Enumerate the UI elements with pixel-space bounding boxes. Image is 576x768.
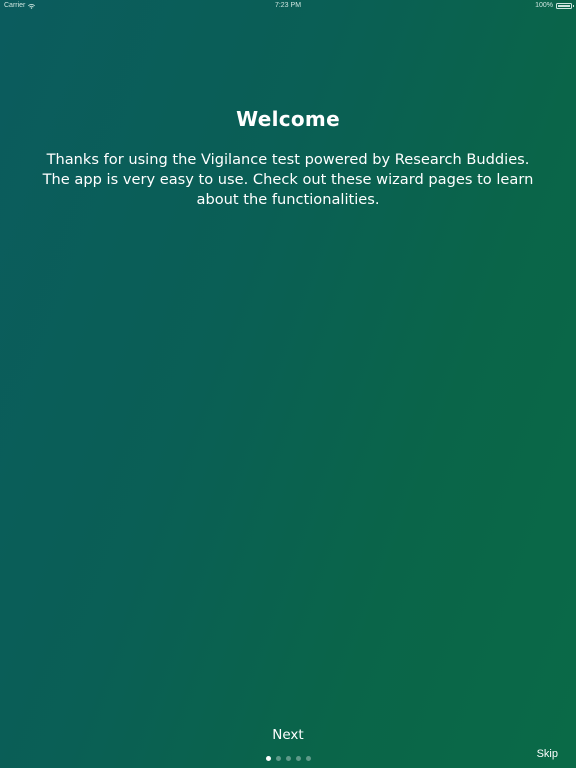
status-right: 100% (535, 0, 574, 12)
page-title: Welcome (236, 107, 340, 131)
page-dot-2[interactable] (275, 756, 281, 761)
page-indicator[interactable] (0, 756, 576, 761)
page-dot-4[interactable] (295, 756, 301, 761)
page-description: Thanks for using the Vigilance test powe… (42, 151, 534, 208)
onboarding-screen: Carrier 7:23 PM 100% Welcome Thanks for … (0, 0, 576, 768)
battery-icon (556, 3, 574, 9)
next-button[interactable]: Next (248, 724, 328, 746)
page-dot-5[interactable] (305, 756, 311, 761)
skip-button[interactable]: Skip (537, 748, 558, 760)
page-dot-3[interactable] (285, 756, 291, 761)
status-bar: Carrier 7:23 PM 100% (0, 0, 576, 12)
status-time: 7:23 PM (274, 2, 302, 9)
page-dot-1[interactable] (265, 756, 271, 761)
battery-percent: 100% (535, 2, 553, 9)
